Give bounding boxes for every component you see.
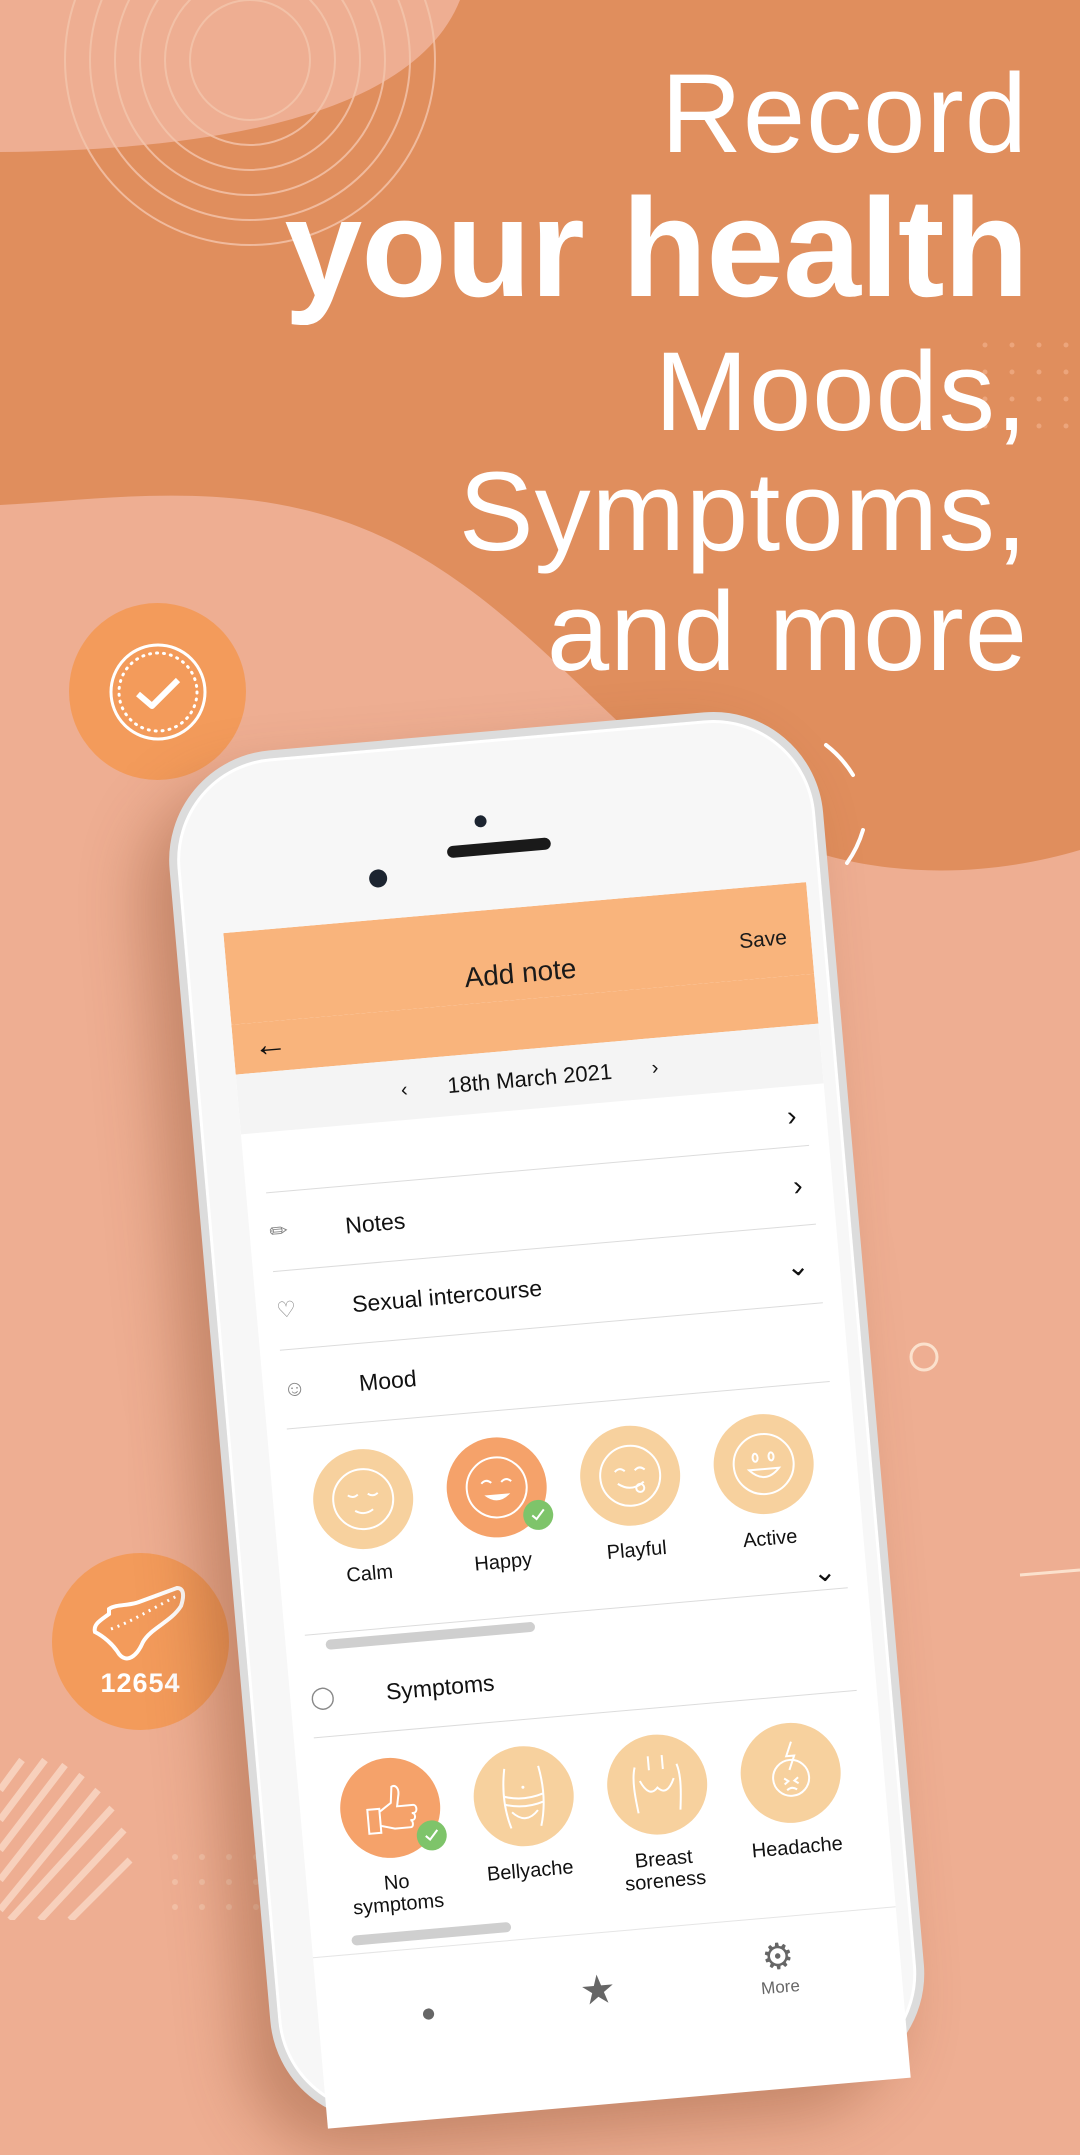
tile-label: Headache (750, 1832, 844, 1863)
selected-check-icon (415, 1819, 449, 1852)
headline: Record your health Moods, Symptoms, and … (284, 51, 1029, 694)
breast-icon (603, 1730, 712, 1839)
active-face-icon (709, 1409, 818, 1519)
tile-label: No symptoms (352, 1870, 446, 1920)
headline-line-4: Symptoms, (458, 448, 1028, 574)
happy-face-icon (442, 1433, 555, 1542)
tile-label: Calm (345, 1560, 394, 1587)
next-date-button[interactable]: › (651, 1056, 660, 1079)
shoe-icon (92, 1585, 185, 1661)
headline-line-2: your health (284, 169, 1029, 326)
thumbs-up-icon (336, 1753, 449, 1863)
mood-active[interactable]: Active (709, 1409, 820, 1554)
calm-face-icon (309, 1444, 418, 1554)
thermometer-icon: ● (419, 1996, 438, 2028)
pencil-icon: ✏ (268, 1217, 289, 1245)
current-date: 18th March 2021 (446, 1058, 613, 1099)
chevron-down-icon: ⌄ (784, 1248, 811, 1282)
nav-item-thermometer[interactable]: ● (419, 1997, 437, 2029)
headline-line-5: and more (546, 568, 1028, 694)
headache-icon (736, 1718, 845, 1828)
symptom-bellyache[interactable]: Bellyache (469, 1742, 583, 1908)
nav-item-favorites[interactable]: ★ (578, 1966, 618, 2015)
tile-label: Breast soreness (624, 1845, 708, 1896)
headline-line-3: Moods, (654, 329, 1028, 454)
symptom-headache[interactable]: Headache (736, 1718, 850, 1885)
earpiece-speaker (446, 837, 552, 859)
pill-icon: ◯ (309, 1683, 336, 1711)
mood-happy[interactable]: Happy (442, 1433, 555, 1577)
symptom-breast-soreness[interactable]: Breast soreness (603, 1730, 716, 1896)
star-icon: ★ (578, 1967, 618, 2014)
tile-label: Playful (605, 1536, 668, 1565)
tile-label: Happy (473, 1548, 533, 1576)
chevron-right-icon: › (785, 1099, 798, 1132)
mood-playful[interactable]: Playful (576, 1421, 687, 1566)
phone-frame: Add note Save ← ‹ 18th March 2021 › › ✏ … (160, 702, 934, 2131)
heart-icon: ♡ (275, 1296, 298, 1323)
tile-label: Active (742, 1525, 799, 1553)
smiley-icon: ☺ (282, 1374, 307, 1402)
row-label: Sexual intercourse (350, 1274, 544, 1317)
tile-label: Bellyache (486, 1856, 575, 1886)
mood-calm[interactable]: Calm (309, 1444, 420, 1589)
row-label: Mood (357, 1364, 418, 1396)
row-label: Symptoms (384, 1668, 496, 1705)
symptom-no-symptoms[interactable]: No symptoms (336, 1753, 449, 1920)
prev-date-button[interactable]: ‹ (400, 1078, 409, 1101)
nav-item-more[interactable]: ⚙ More (757, 1934, 801, 1999)
selected-check-icon (521, 1498, 555, 1532)
app-screen: Add note Save ← ‹ 18th March 2021 › › ✏ … (223, 882, 911, 2129)
save-button[interactable]: Save (738, 926, 788, 954)
gear-icon: ⚙ (759, 1934, 796, 1979)
arrow-left-icon[interactable]: ← (252, 1024, 289, 1066)
chevron-right-icon: › (791, 1169, 804, 1202)
chevron-down-icon: ⌄ (811, 1555, 838, 1589)
steps-badge: 12654 (52, 1553, 229, 1730)
bottom-nav: ● ★ ⚙ More (312, 1906, 903, 2038)
phone-mockup: Add note Save ← ‹ 18th March 2021 › › ✏ … (160, 690, 1079, 2154)
check-badge-icon (109, 643, 206, 740)
check-badge (69, 603, 246, 780)
playful-face-icon (576, 1421, 685, 1530)
nav-label: More (760, 1975, 801, 1999)
row-label: Notes (344, 1206, 407, 1239)
headline-line-1: Record (660, 51, 1028, 176)
belly-icon (469, 1742, 578, 1851)
proximity-sensor (368, 868, 388, 889)
front-camera (474, 814, 488, 828)
steps-count: 12654 (100, 1668, 181, 1698)
